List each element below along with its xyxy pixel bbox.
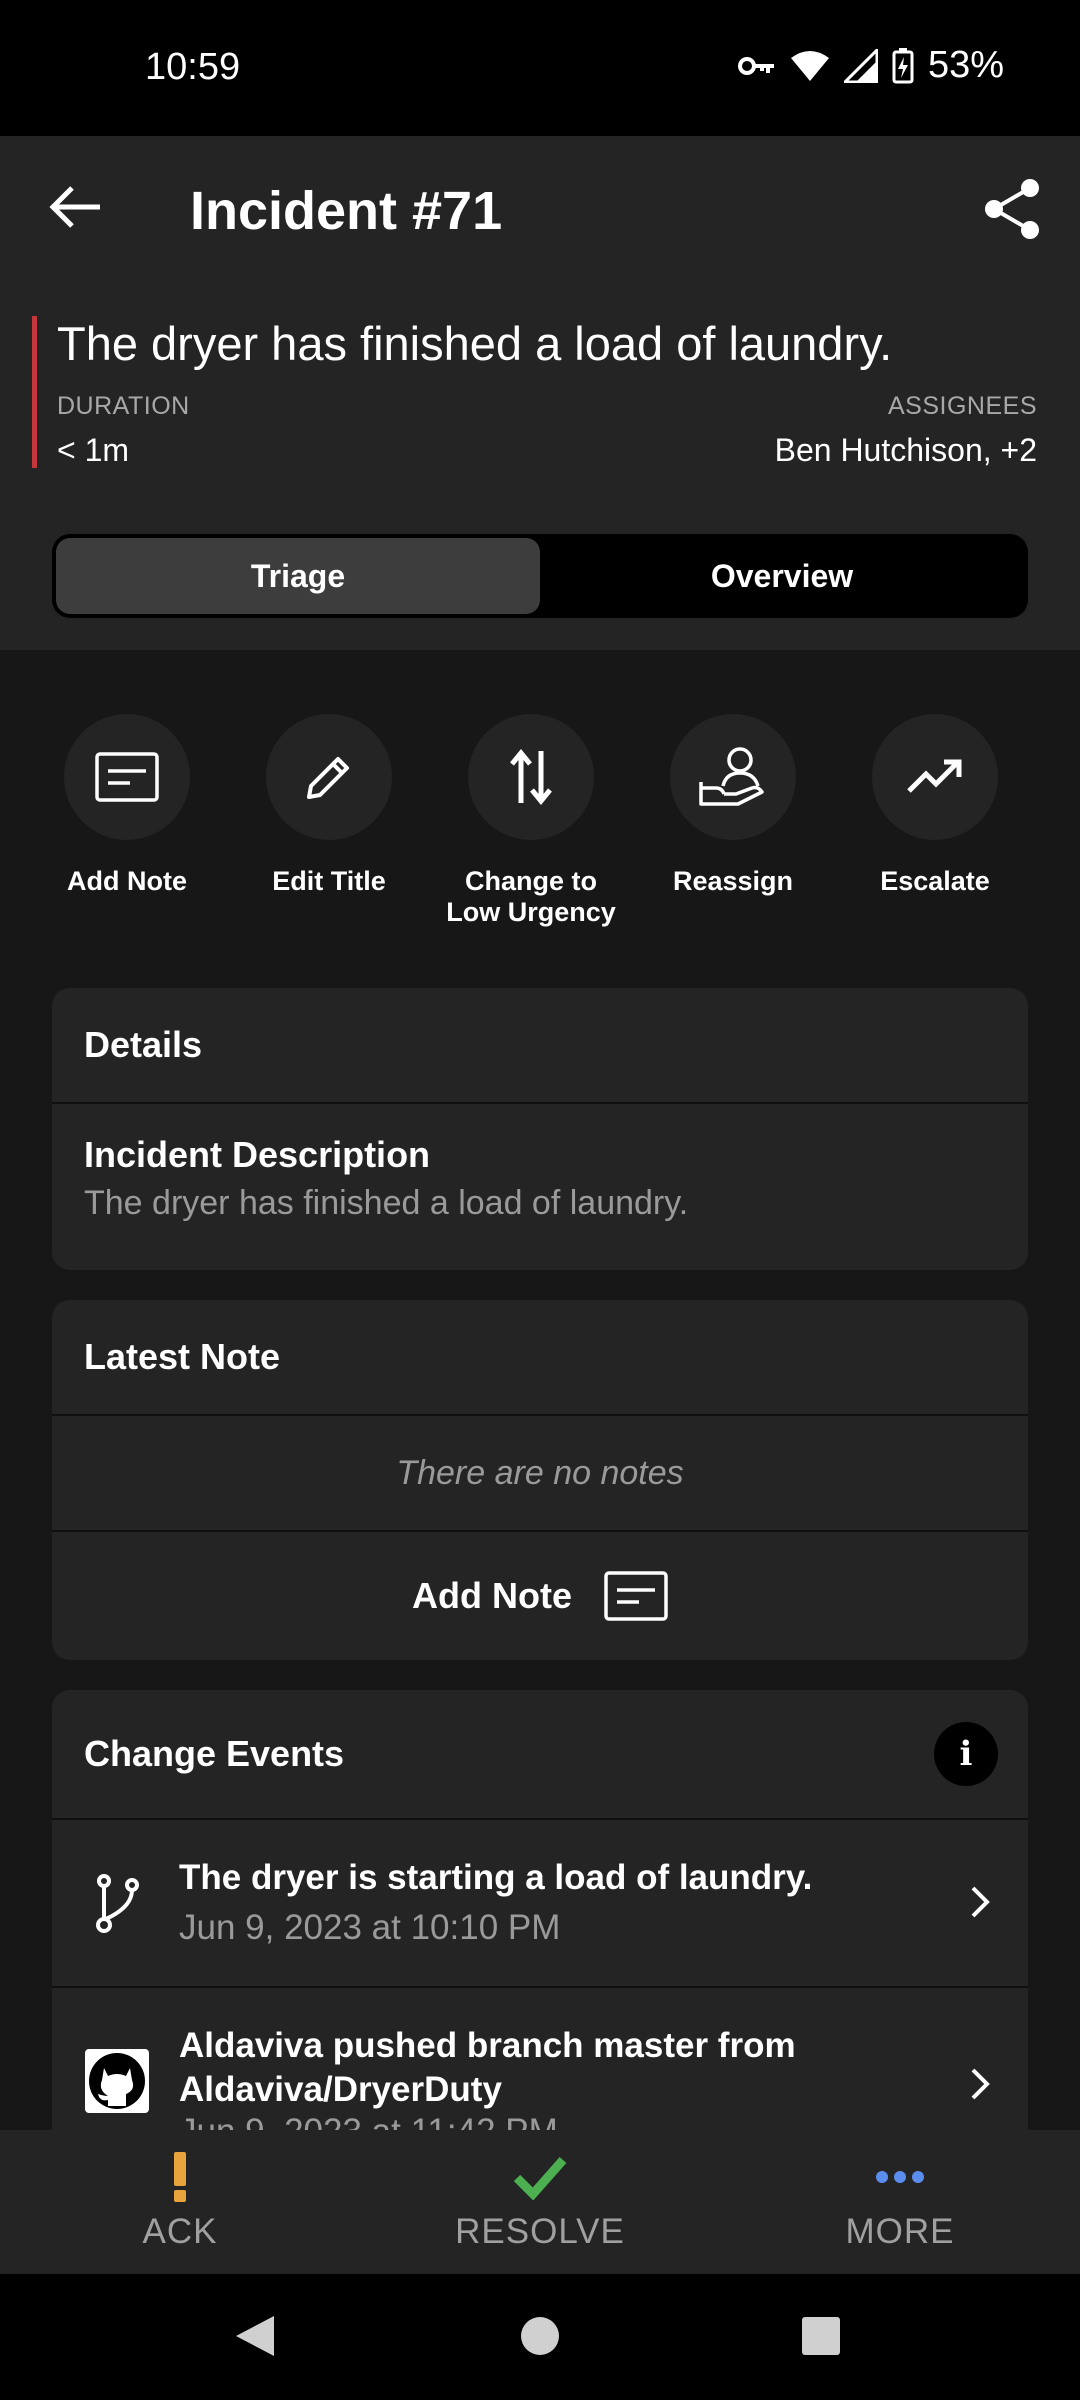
change-event-row[interactable]: The dryer is starting a load of laundry.… <box>52 1820 1028 1986</box>
escalate-action-label: Escalate <box>880 866 990 896</box>
assignees-label: ASSIGNEES <box>888 392 1037 420</box>
edit-title-action-label: Edit Title <box>272 866 386 896</box>
checkmark-icon <box>513 2152 567 2202</box>
battery-percent: 53% <box>927 44 1004 86</box>
nav-home-icon[interactable] <box>519 2312 561 2360</box>
edit-title-action[interactable]: Edit Title <box>229 714 429 897</box>
pencil-icon <box>307 757 349 799</box>
change-event-title: The dryer is starting a load of laundry. <box>179 1858 813 1897</box>
escalate-action-circle <box>872 714 998 840</box>
reassign-action-circle <box>670 714 796 840</box>
add-note-button[interactable]: Add Note <box>52 1532 1028 1660</box>
battery-charging-icon <box>892 47 914 83</box>
change-event-time: Jun 9, 2023 at 11:42 PM <box>179 2112 558 2130</box>
nav-recents-icon[interactable] <box>800 2312 842 2360</box>
reassign-action[interactable]: Reassign <box>633 714 833 897</box>
divider <box>52 1102 1028 1104</box>
tab-overview[interactable]: Overview <box>540 538 1024 614</box>
sort-arrows-icon <box>510 749 552 805</box>
more-dots-icon <box>875 2152 925 2202</box>
note-icon <box>95 752 159 802</box>
change-events-card: Change Events i The dryer is starting a … <box>52 1690 1028 2130</box>
chevron-right-icon <box>971 1886 990 1918</box>
share-button[interactable] <box>980 176 1046 242</box>
latest-note-title: Latest Note <box>84 1336 281 1377</box>
incident-description-title: Incident Description <box>84 1134 431 1175</box>
escalate-action[interactable]: Escalate <box>835 714 1035 897</box>
add-note-button-label: Add Note <box>412 1575 572 1616</box>
change-urgency-action[interactable]: Change to Low Urgency <box>431 714 631 928</box>
add-note-action-circle <box>64 714 190 840</box>
more-button[interactable]: MORE <box>780 2152 1020 2252</box>
change-events-header: Change Events i <box>52 1690 1028 1818</box>
github-icon <box>84 2048 150 2114</box>
share-icon <box>985 179 1039 239</box>
assignees-value[interactable]: Ben Hutchison, +2 <box>775 432 1037 469</box>
status-time: 10:59 <box>145 46 241 88</box>
exclamation-icon <box>172 2152 188 2202</box>
cell-signal-icon <box>843 48 878 83</box>
wifi-icon <box>790 50 829 81</box>
latest-note-card: Latest Note There are no notes Add Note <box>52 1300 1028 1660</box>
details-title: Details <box>84 1024 203 1065</box>
duration-label: DURATION <box>57 392 190 420</box>
back-button[interactable] <box>40 172 110 242</box>
trending-up-icon <box>907 759 962 793</box>
status-bar: 10:59 53% <box>0 0 1080 136</box>
no-notes-text: There are no notes <box>396 1454 684 1492</box>
change-event-time: Jun 9, 2023 at 10:10 PM <box>179 1908 561 1947</box>
change-event-title: Aldaviva pushed branch master from Aldav… <box>179 2026 796 2109</box>
chevron-right-icon <box>971 2068 990 2100</box>
details-card: Details Incident Description The dryer h… <box>52 988 1028 1270</box>
nav-back-icon[interactable] <box>232 2312 278 2360</box>
resolve-label: RESOLVE <box>455 2212 625 2251</box>
change-events-title: Change Events <box>84 1733 345 1774</box>
resolve-button[interactable]: RESOLVE <box>420 2152 660 2252</box>
arrow-back-icon <box>49 186 100 228</box>
triage-content: Add Note Edit Title Change to Low Urgenc… <box>0 650 1080 2130</box>
incident-headline: The dryer has finished a load of laundry… <box>57 317 893 370</box>
system-nav-bar <box>0 2274 1080 2400</box>
note-icon <box>604 1571 668 1621</box>
edit-title-action-circle <box>266 714 392 840</box>
info-button[interactable]: i <box>934 1722 998 1786</box>
duration-value: < 1m <box>57 432 130 468</box>
more-label: MORE <box>845 2212 955 2251</box>
quick-actions: Add Note Edit Title Change to Low Urgenc… <box>0 714 1080 934</box>
reassign-action-label: Reassign <box>672 866 794 896</box>
change-urgency-action-label: Change to Low Urgency <box>446 866 616 927</box>
add-note-action[interactable]: Add Note <box>27 714 227 897</box>
change-event-row[interactable]: Aldaviva pushed branch master from Aldav… <box>52 1988 1028 2130</box>
incident-summary: The dryer has finished a load of laundry… <box>32 316 1037 468</box>
incident-action-bar: ACK RESOLVE MORE <box>0 2130 1080 2274</box>
vpn-key-icon <box>737 56 774 75</box>
info-icon: i <box>959 1734 973 1774</box>
reassign-icon <box>699 747 764 806</box>
incident-description-text: The dryer has finished a load of laundry… <box>84 1184 689 1222</box>
branch-icon <box>84 1870 150 1936</box>
status-icons: 53% <box>737 44 1004 87</box>
page-title: Incident #71 <box>190 181 503 241</box>
ack-label: ACK <box>142 2212 218 2251</box>
change-urgency-action-circle <box>468 714 594 840</box>
view-tabs: Triage Overview <box>52 534 1028 618</box>
tab-triage[interactable]: Triage <box>56 538 540 614</box>
add-note-action-label: Add Note <box>67 866 187 896</box>
ack-button[interactable]: ACK <box>60 2152 300 2252</box>
